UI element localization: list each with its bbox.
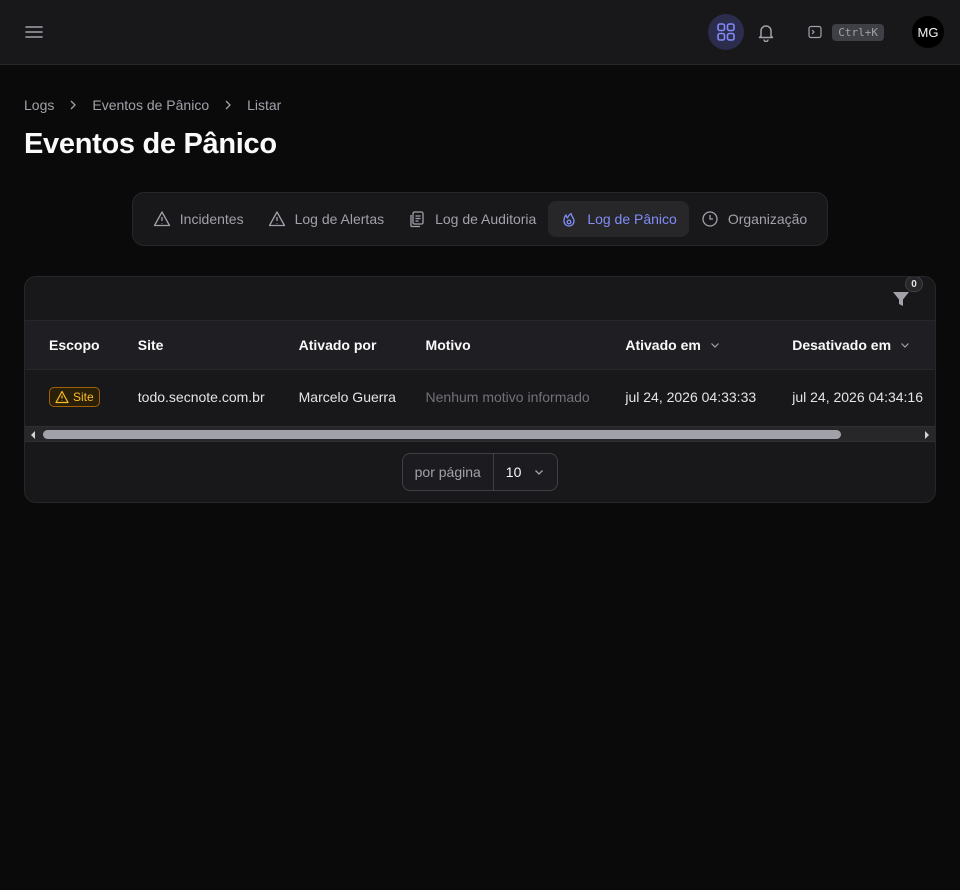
breadcrumb-logs[interactable]: Logs <box>24 97 54 113</box>
column-header-activated-by: Ativado por <box>298 336 377 353</box>
pagination: por página 10 <box>25 453 935 491</box>
column-label: Ativado em <box>625 336 701 353</box>
tabs-wrapper: Incidentes Log de Alertas Log de Auditor… <box>24 192 936 246</box>
cell-site: todo.secnote.com.br <box>137 389 265 406</box>
breadcrumb-panic-events[interactable]: Eventos de Pânico <box>92 97 209 113</box>
page-title: Eventos de Pânico <box>24 128 277 160</box>
tab-label: Log de Auditoria <box>435 211 537 227</box>
tab-alert-log[interactable]: Log de Alertas <box>256 201 397 237</box>
log-tabs: Incidentes Log de Alertas Log de Auditor… <box>131 192 829 246</box>
scope-badge: Site <box>49 387 100 408</box>
table-toolbar: 0 <box>25 277 935 321</box>
breadcrumb: Logs Eventos de Pânico Listar <box>24 97 936 113</box>
warning-triangle-icon <box>268 211 285 227</box>
scroll-right-arrow-icon[interactable] <box>923 430 931 440</box>
terminal-icon <box>808 25 822 39</box>
bell-icon[interactable] <box>748 14 784 50</box>
clipboard-document-icon <box>410 211 424 228</box>
column-label: Desativado em <box>792 336 892 353</box>
tab-organization[interactable]: Organização <box>689 201 819 237</box>
top-bar: Ctrl+K MG <box>0 0 960 65</box>
top-bar-actions: Ctrl+K MG <box>708 0 944 64</box>
avatar[interactable]: MG <box>912 16 944 48</box>
warning-triangle-icon <box>153 211 170 227</box>
panic-events-table: Escopo Site Ativado por Motivo Ativado e… <box>25 321 935 425</box>
tab-panic-log[interactable]: Log de Pânico <box>548 201 689 237</box>
apps-grid-icon[interactable] <box>708 14 745 50</box>
table-row[interactable]: Site todo.secnote.com.br Marcelo Guerra … <box>25 369 935 425</box>
tab-label: Organização <box>727 211 808 227</box>
filter-count-badge: 0 <box>905 277 923 292</box>
scrollbar-thumb[interactable] <box>43 430 841 439</box>
tab-label: Log de Pânico <box>587 211 677 227</box>
warning-triangle-icon <box>55 391 69 404</box>
per-page-control: por página 10 <box>401 453 559 491</box>
tab-audit-log[interactable]: Log de Auditoria <box>396 201 548 237</box>
chevron-down-icon <box>710 342 719 348</box>
command-palette-button[interactable]: Ctrl+K <box>808 23 884 41</box>
breadcrumb-list: Listar <box>247 97 282 113</box>
funnel-icon <box>893 292 909 306</box>
scope-badge-label: Site <box>73 390 94 405</box>
horizontal-scrollbar[interactable] <box>25 426 935 442</box>
tab-label: Incidentes <box>179 211 244 227</box>
per-page-label: por página <box>403 454 494 490</box>
clock-icon <box>702 211 718 227</box>
chevron-right-icon <box>68 100 78 110</box>
fire-icon <box>563 212 575 227</box>
column-header-scope: Escopo <box>49 336 100 353</box>
column-header-reason: Motivo <box>425 336 471 353</box>
cell-activated-at: jul 24, 2026 04:33:33 <box>625 389 757 406</box>
column-header-activated-at[interactable]: Ativado em <box>613 321 780 369</box>
column-header-site: Site <box>137 336 164 353</box>
chevron-down-icon <box>901 342 909 348</box>
scroll-left-arrow-icon[interactable] <box>29 430 37 440</box>
cell-reason: Nenhum motivo informado <box>425 389 590 406</box>
shortcut-hint: Ctrl+K <box>832 23 884 41</box>
chevron-down-icon <box>535 470 544 475</box>
tab-label: Log de Alertas <box>294 211 385 227</box>
cell-deactivated-at: jul 24, 2026 04:34:16 <box>792 389 923 406</box>
table-header-row: Escopo Site Ativado por Motivo Ativado e… <box>25 321 935 369</box>
hamburger-menu-icon[interactable] <box>24 22 44 42</box>
column-header-deactivated-at[interactable]: Desativado em <box>780 321 935 369</box>
panic-events-table-card: 0 Escopo Site Ativado por Motivo Ativado… <box>24 276 936 503</box>
per-page-select[interactable]: 10 <box>494 454 558 490</box>
cell-scope: Site <box>25 369 126 425</box>
chevron-right-icon <box>223 100 233 110</box>
per-page-value: 10 <box>505 464 522 480</box>
main-content: Logs Eventos de Pânico Listar Eventos de… <box>0 65 960 503</box>
tab-incidents[interactable]: Incidentes <box>141 201 256 237</box>
cell-activated-by: Marcelo Guerra <box>298 389 396 406</box>
filter-button[interactable]: 0 <box>891 277 923 309</box>
